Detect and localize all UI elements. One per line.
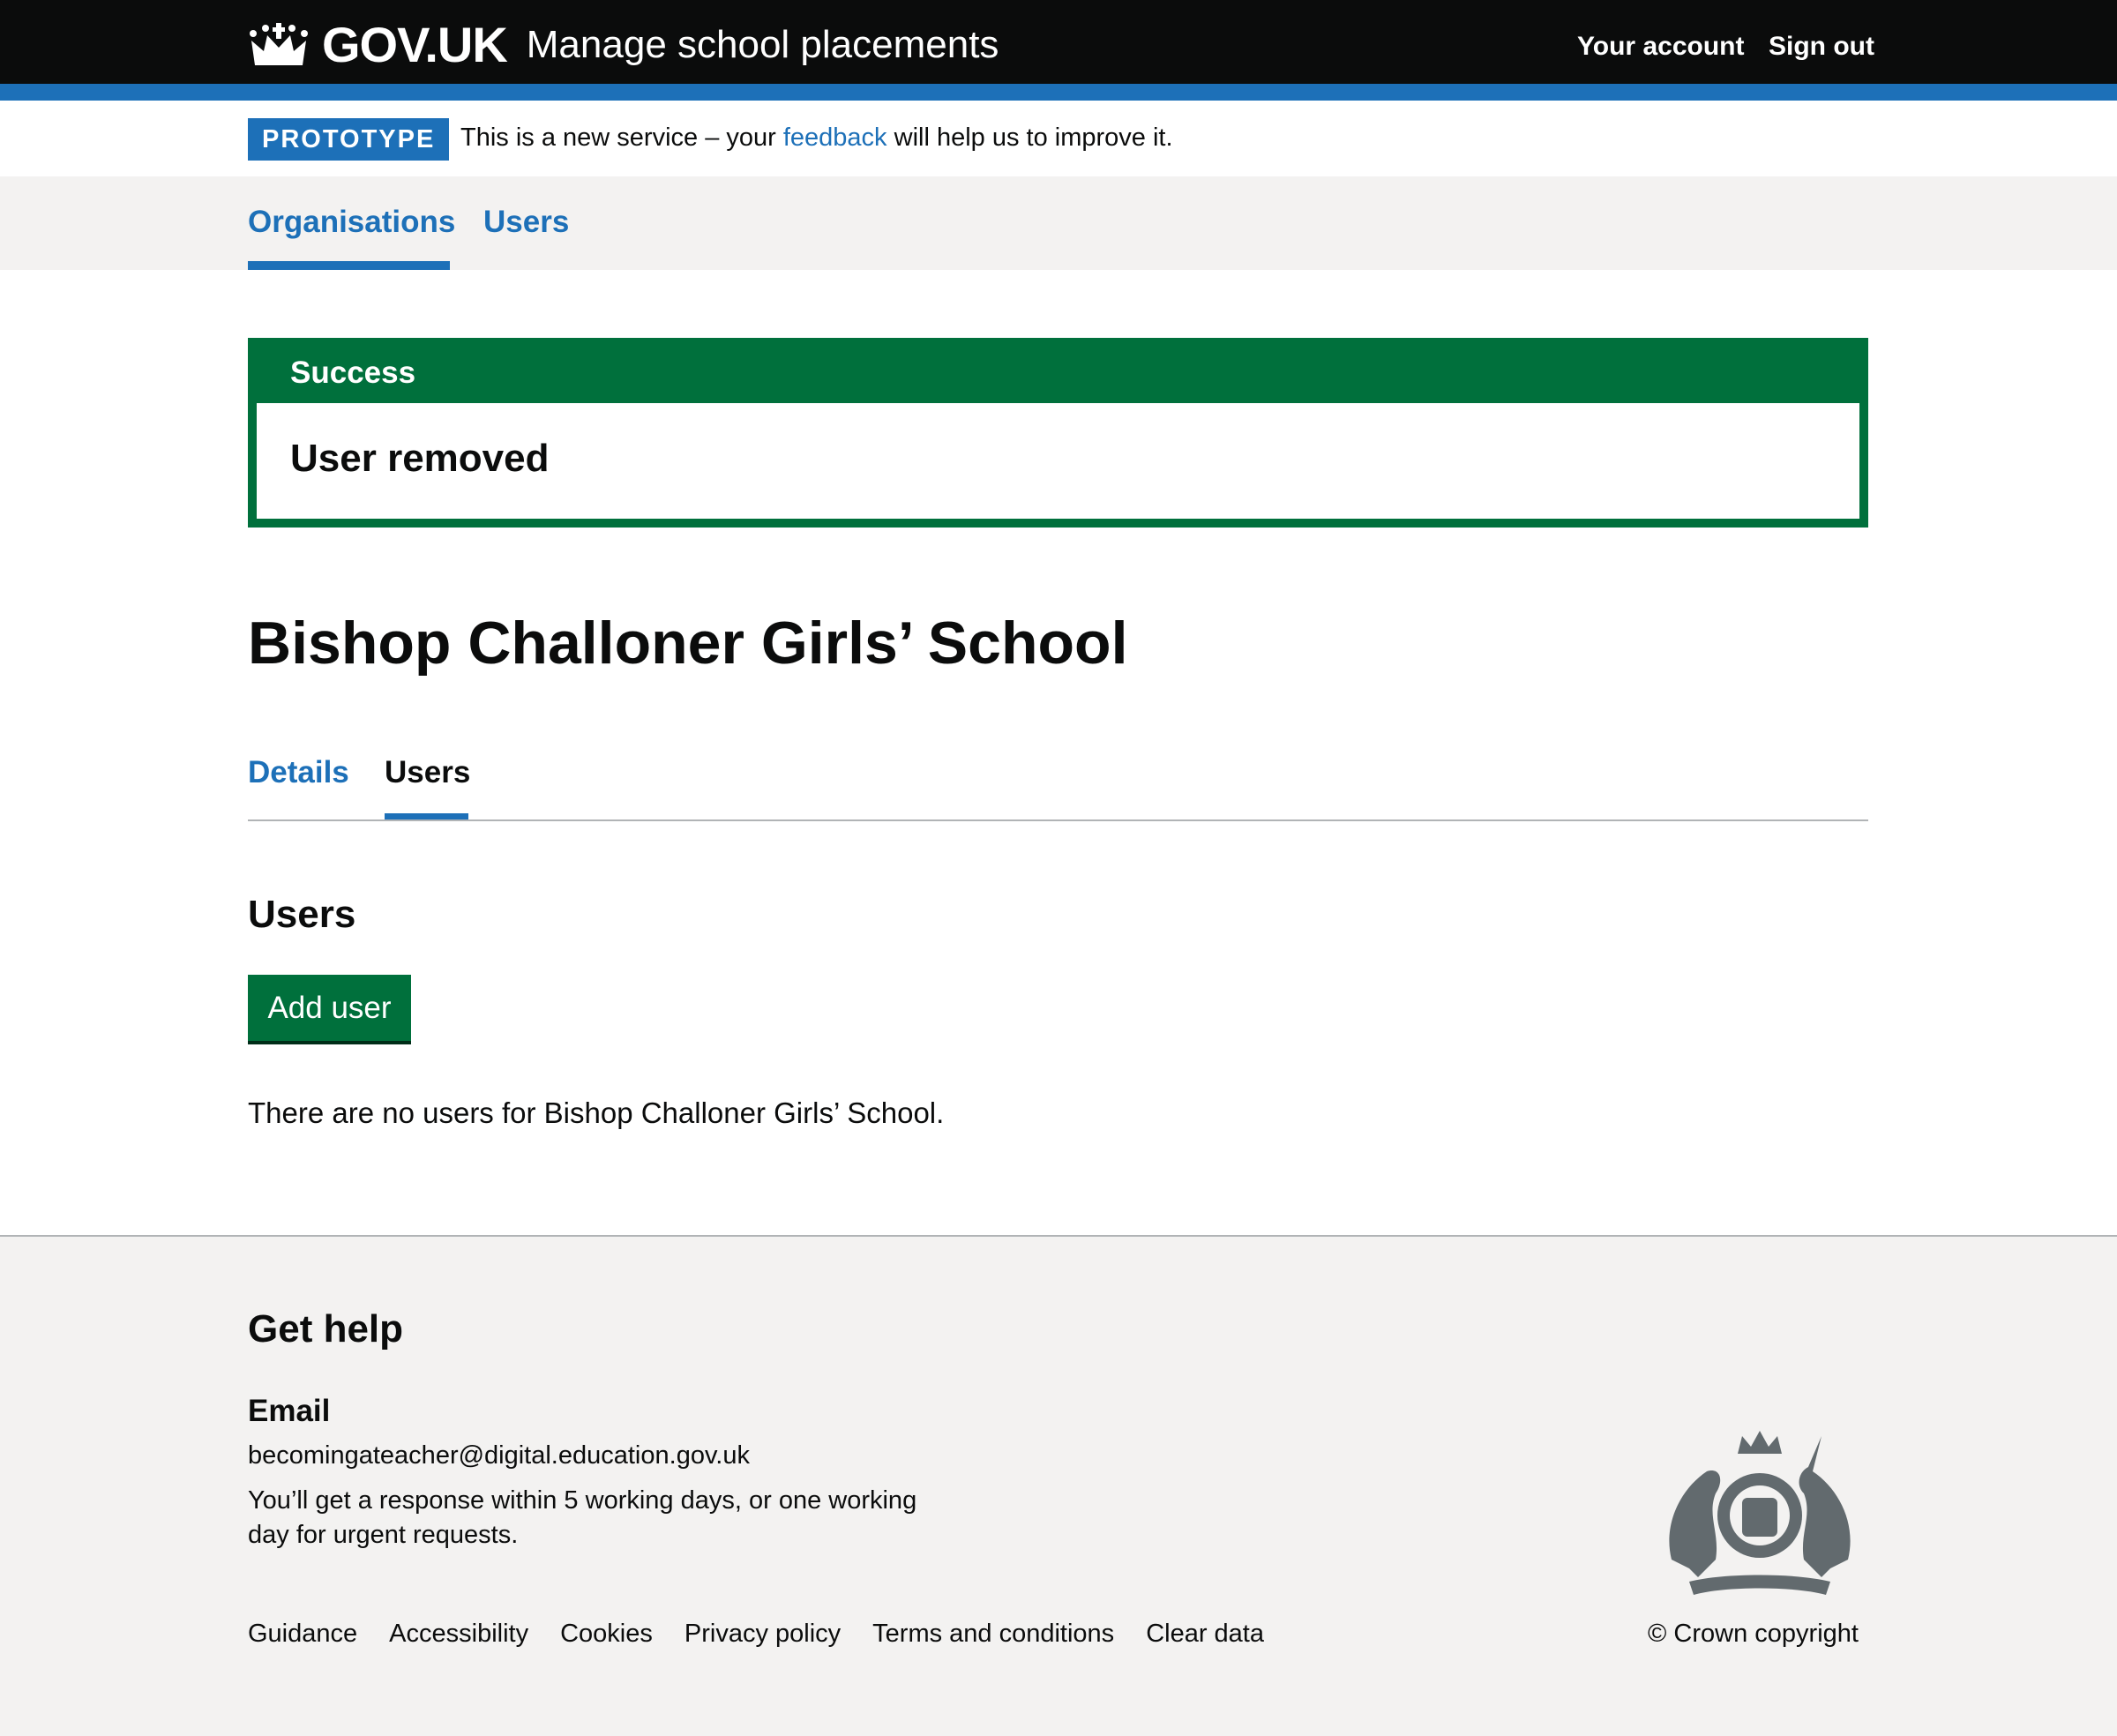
royal-coat-of-arms-icon	[1669, 1431, 1851, 1595]
page-title: Bishop Challoner Girls’ School	[248, 610, 1128, 677]
govuk-logo-text: GOV.UK	[322, 17, 508, 72]
footer-email-link[interactable]: becomingateacher@digital.education.gov.u…	[248, 1441, 750, 1470]
sign-out-link[interactable]: Sign out	[1769, 32, 1874, 62]
phase-tag: PROTOTYPE	[248, 118, 450, 161]
phase-banner-text: This is a new service – your feedback wi…	[460, 123, 1173, 153]
footer-link-guidance[interactable]: Guidance	[248, 1620, 357, 1649]
tab-details[interactable]: Details	[248, 755, 349, 790]
govuk-home-link[interactable]: GOV.UK Manage school placements	[248, 16, 999, 73]
phase-text-after: will help us to improve it.	[886, 123, 1173, 152]
feedback-link[interactable]: feedback	[783, 123, 887, 152]
your-account-link[interactable]: Your account	[1577, 32, 1744, 62]
nav-active-indicator	[248, 261, 450, 270]
header-brand-bar	[0, 84, 2117, 101]
success-banner-title: Success	[257, 347, 1859, 403]
success-banner: Success User removed	[248, 338, 1868, 528]
footer-link-privacy[interactable]: Privacy policy	[684, 1620, 841, 1649]
nav-users[interactable]: Users	[483, 205, 569, 240]
footer-response-text: You’ll get a response within 5 working d…	[248, 1486, 917, 1549]
tab-users[interactable]: Users	[385, 755, 470, 790]
empty-state-text: There are no users for Bishop Challoner …	[248, 1096, 945, 1129]
add-user-button[interactable]: Add user	[248, 975, 411, 1041]
section-heading: Users	[248, 893, 356, 936]
success-banner-message: User removed	[290, 437, 550, 480]
footer-links: Guidance Accessibility Cookies Privacy p…	[248, 1620, 1264, 1649]
footer-link-cookies[interactable]: Cookies	[560, 1620, 653, 1649]
crown-icon	[250, 22, 308, 65]
crown-copyright-link[interactable]: © Crown copyright	[1648, 1620, 1859, 1649]
footer-link-terms[interactable]: Terms and conditions	[872, 1620, 1114, 1649]
footer-link-clear-data[interactable]: Clear data	[1146, 1620, 1264, 1649]
footer-link-accessibility[interactable]: Accessibility	[389, 1620, 528, 1649]
phase-text-before: This is a new service – your	[460, 123, 783, 152]
footer-heading: Get help	[248, 1307, 404, 1351]
footer-email-label: Email	[248, 1394, 331, 1428]
service-name: Manage school placements	[526, 22, 999, 66]
nav-organisations[interactable]: Organisations	[248, 205, 455, 240]
tabs-divider	[248, 819, 1868, 821]
